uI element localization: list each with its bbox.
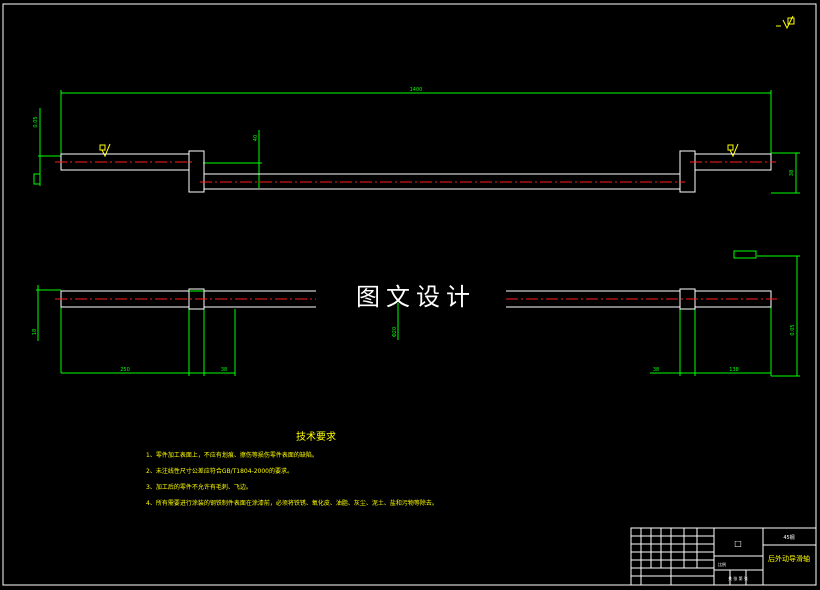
tech-req-title: 技术要求 xyxy=(296,430,336,443)
left-small-dim: 38 xyxy=(221,367,227,373)
title-block: 45钢 后外动导滑轴 □ 比例 共 张 第 张 xyxy=(630,527,817,586)
right-dim: 138 xyxy=(729,367,739,373)
right-small-dim: 38 xyxy=(653,367,659,373)
top-tolerance-callout: 0.05 xyxy=(33,116,39,127)
material-label: 45钢 xyxy=(783,534,794,541)
height-dim: 38 xyxy=(789,170,795,176)
watermark-text: 图文设计 xyxy=(356,283,476,311)
tech-req-item-2: 2、未注线性尺寸公差应符合GB/T1804-2000的要求。 xyxy=(146,467,293,475)
tech-req-item-4: 4、所有需要进行涂装的钢铁制件表面在涂漆前，必须将铁锈、氧化皮、油脂、灰尘、泥土… xyxy=(146,499,438,507)
cad-drawing: 1400 0.05 40 38 250 38 38 138 18 Φ20 0.0… xyxy=(2,3,817,586)
part-name: 后外动导滑轴 xyxy=(768,554,810,563)
section-dim: 40 xyxy=(253,135,259,141)
overall-length-dim: 1400 xyxy=(410,87,423,93)
roughness-icon xyxy=(99,143,739,158)
side-dim: 18 xyxy=(32,329,38,335)
tech-req-item-3: 3、加工后的零件不允许有毛刺、飞边。 xyxy=(146,483,252,491)
front-view: 250 38 38 138 18 Φ20 0.05 xyxy=(32,250,800,377)
tech-req-item-1: 1、零件加工表面上，不应有划痕、擦伤等损伤零件表面的缺陷。 xyxy=(146,451,318,459)
left-dim: 250 xyxy=(120,367,130,373)
front-tolerance-callout: 0.05 xyxy=(790,324,796,335)
center-dim: Φ20 xyxy=(392,327,398,337)
surface-roughness-icon xyxy=(776,15,795,30)
sheet-label: 共 张 第 张 xyxy=(728,575,748,581)
technical-requirements: 技术要求 1、零件加工表面上，不应有划痕、擦伤等损伤零件表面的缺陷。 2、未注线… xyxy=(146,430,438,507)
top-view: 1400 0.05 40 38 xyxy=(33,87,800,194)
square-symbol: □ xyxy=(734,539,742,548)
scale-label: 比例 xyxy=(718,561,726,567)
